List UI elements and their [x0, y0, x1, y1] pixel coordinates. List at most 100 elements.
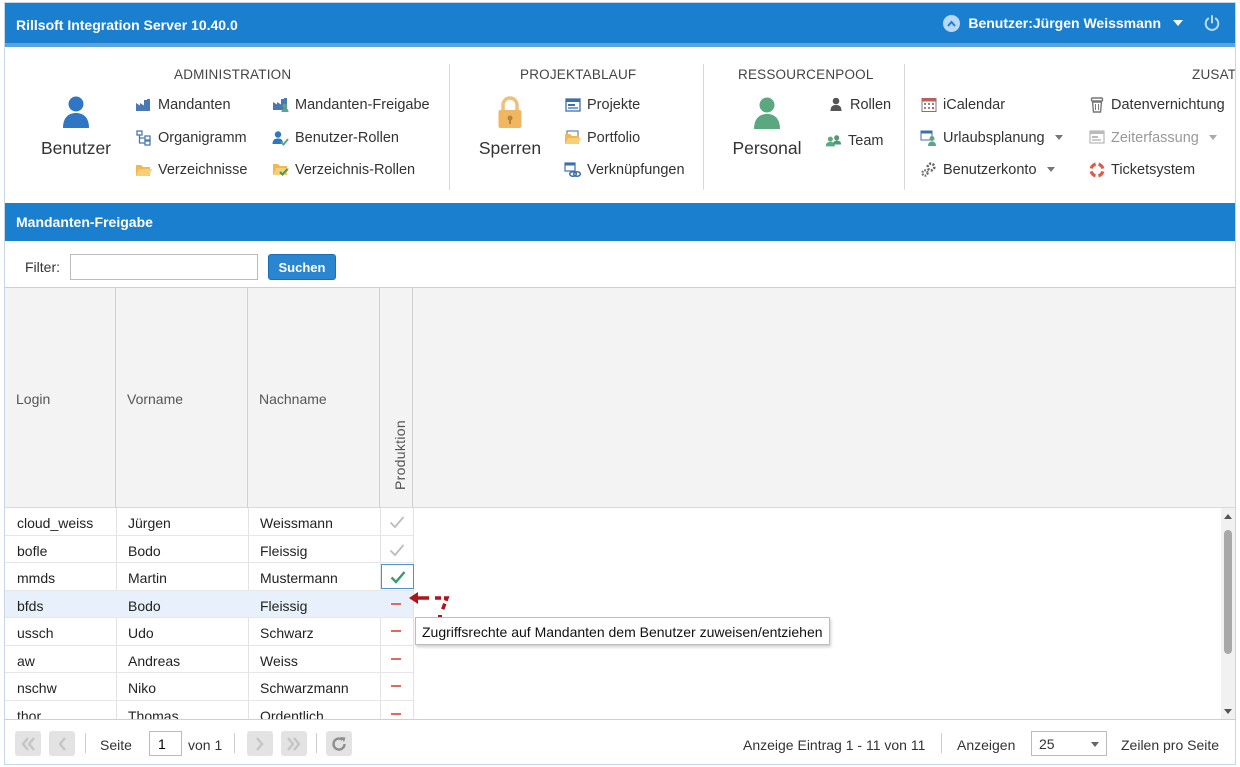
no-access-icon[interactable]: [391, 685, 401, 687]
group-divider: [904, 64, 905, 190]
factory-user-icon: [272, 96, 289, 113]
filter-input[interactable]: [70, 254, 258, 280]
no-access-icon[interactable]: [391, 630, 401, 632]
cell-login: bofle: [17, 542, 48, 559]
row-background: [5, 536, 413, 563]
no-access-icon[interactable]: [391, 712, 401, 715]
lifebuoy-icon: [1088, 161, 1105, 178]
gears-icon: [920, 161, 937, 178]
pager-divider: [85, 733, 86, 753]
table-row[interactable]: aw Andreas Weiss: [5, 646, 1221, 673]
column-header-produktion[interactable]: Produktion: [380, 288, 413, 508]
scroll-up-icon[interactable]: [1224, 514, 1232, 519]
group-divider: [703, 64, 704, 190]
group-title-administration: ADMINISTRATION: [174, 67, 292, 82]
menu-mandanten-freigabe[interactable]: Mandanten-Freigabe: [272, 96, 430, 113]
chevron-down-icon[interactable]: [1091, 742, 1099, 747]
column-header-login[interactable]: Login: [5, 288, 116, 508]
table-row[interactable]: mmds Martin Mustermann: [5, 563, 1221, 591]
table-row[interactable]: nschw Niko Schwarzmann: [5, 673, 1221, 701]
portfolio-folder-icon: [564, 129, 581, 146]
group-divider: [449, 64, 450, 190]
team-icon: [825, 132, 842, 149]
sperren-button[interactable]: Sperren: [475, 96, 545, 159]
benutzer-label: Benutzer: [40, 138, 112, 158]
column-header-vorname[interactable]: Vorname: [116, 288, 248, 508]
users-grid: Login Vorname Nachname Produktion cloud_…: [5, 287, 1235, 719]
menu-mandanten[interactable]: Mandanten: [135, 96, 231, 113]
group-title-projektablauf: PROJEKTABLAUF: [520, 67, 637, 82]
chevron-down-icon[interactable]: [1173, 20, 1183, 26]
personal-button[interactable]: Personal: [728, 96, 806, 159]
no-access-icon[interactable]: [391, 602, 401, 605]
chevron-down-icon[interactable]: [1046, 167, 1055, 172]
menu-verknuepfungen[interactable]: Verknüpfungen: [564, 161, 685, 178]
first-page-icon[interactable]: [15, 731, 41, 756]
cell-vorname: Udo: [128, 625, 154, 641]
previous-page-icon[interactable]: [49, 731, 75, 756]
menu-benutzerkonto[interactable]: Benutzerkonto: [920, 161, 1055, 178]
table-row[interactable]: bfds Bodo Fleissig: [5, 590, 1221, 618]
tooltip: Zugriffsrechte auf Mandanten dem Benutze…: [415, 617, 830, 645]
display-info: Anzeige Eintrag 1 - 11 von 11: [743, 737, 926, 753]
chevron-down-icon[interactable]: [1054, 135, 1063, 140]
row-background: [5, 673, 413, 701]
folder-check-icon: [272, 161, 289, 178]
cell-vorname: Bodo: [128, 542, 161, 559]
cell-vorname: Niko: [128, 680, 157, 696]
collapse-icon[interactable]: [943, 14, 961, 32]
search-button[interactable]: Suchen: [268, 254, 336, 280]
chevron-down-icon[interactable]: [1208, 135, 1217, 140]
cell-vorname: Thomas: [128, 707, 179, 720]
menu-portfolio[interactable]: Portfolio: [564, 129, 640, 146]
user-menu[interactable]: Benutzer:Jürgen Weissmann: [943, 14, 1221, 32]
table-row[interactable]: cloud_weiss Jürgen Weissmann: [5, 508, 1221, 536]
menu-rollen[interactable]: Rollen: [827, 96, 891, 113]
menu-datenvernichtung[interactable]: Datenvernichtung: [1088, 96, 1225, 113]
user-name[interactable]: Benutzer:Jürgen Weissmann: [968, 15, 1161, 31]
menu-organigramm[interactable]: Organigramm: [135, 129, 247, 146]
trash-icon: [1088, 96, 1105, 113]
page-size-select[interactable]: 25: [1031, 731, 1107, 756]
menu-icalendar[interactable]: iCalendar: [920, 96, 1005, 113]
checkmark-icon[interactable]: [381, 564, 414, 589]
scroll-thumb[interactable]: [1224, 530, 1232, 654]
cell-nachname: Mustermann: [260, 570, 338, 586]
group-title-zusatz: ZUSAT: [1192, 67, 1236, 82]
menu-urlaubsplanung[interactable]: Urlaubsplanung: [920, 129, 1063, 146]
menu-ticketsystem[interactable]: Ticketsystem: [1088, 161, 1195, 178]
menu-zeiterfassung[interactable]: Zeiterfassung: [1088, 129, 1217, 146]
refresh-icon[interactable]: [326, 731, 352, 756]
menu-verzeichnisse[interactable]: Verzeichnisse: [135, 161, 247, 178]
vertical-scrollbar[interactable]: [1221, 508, 1235, 719]
row-background: [5, 701, 413, 720]
table-row[interactable]: thor Thomas Ordentlich: [5, 701, 1221, 720]
table-row[interactable]: bofle Bodo Fleissig: [5, 536, 1221, 563]
folder-icon: [135, 161, 152, 178]
last-page-icon[interactable]: [281, 731, 307, 756]
lock-icon: [475, 96, 545, 134]
power-icon[interactable]: [1203, 14, 1221, 32]
benutzer-button[interactable]: Benutzer: [39, 95, 113, 159]
checkmark-icon[interactable]: [382, 511, 412, 533]
column-header-nachname[interactable]: Nachname: [248, 288, 380, 508]
user-roles-icon: [272, 129, 289, 146]
title-bar: Rillsoft Integration Server 10.40.0 Benu…: [5, 3, 1235, 47]
scroll-down-icon[interactable]: [1224, 709, 1232, 714]
menu-projekte[interactable]: Projekte: [564, 96, 640, 113]
menu-verzeichnis-rollen[interactable]: Verzeichnis-Rollen: [272, 161, 415, 178]
section-title: Mandanten-Freigabe: [5, 203, 1235, 241]
page-number-input[interactable]: [149, 731, 182, 756]
menu-benutzer-rollen[interactable]: Benutzer-Rollen: [272, 129, 399, 146]
row-background: [5, 563, 413, 591]
cell-nachname: Fleissig: [260, 597, 308, 614]
menu-team[interactable]: Team: [825, 132, 883, 149]
role-user-icon: [827, 96, 844, 113]
row-background: [5, 646, 413, 673]
next-page-icon[interactable]: [247, 731, 273, 756]
no-access-icon[interactable]: [391, 657, 401, 660]
project-window-icon: [564, 96, 581, 113]
checkmark-icon[interactable]: [382, 539, 412, 561]
person-icon: [728, 96, 806, 134]
cell-vorname: Martin: [128, 570, 167, 586]
